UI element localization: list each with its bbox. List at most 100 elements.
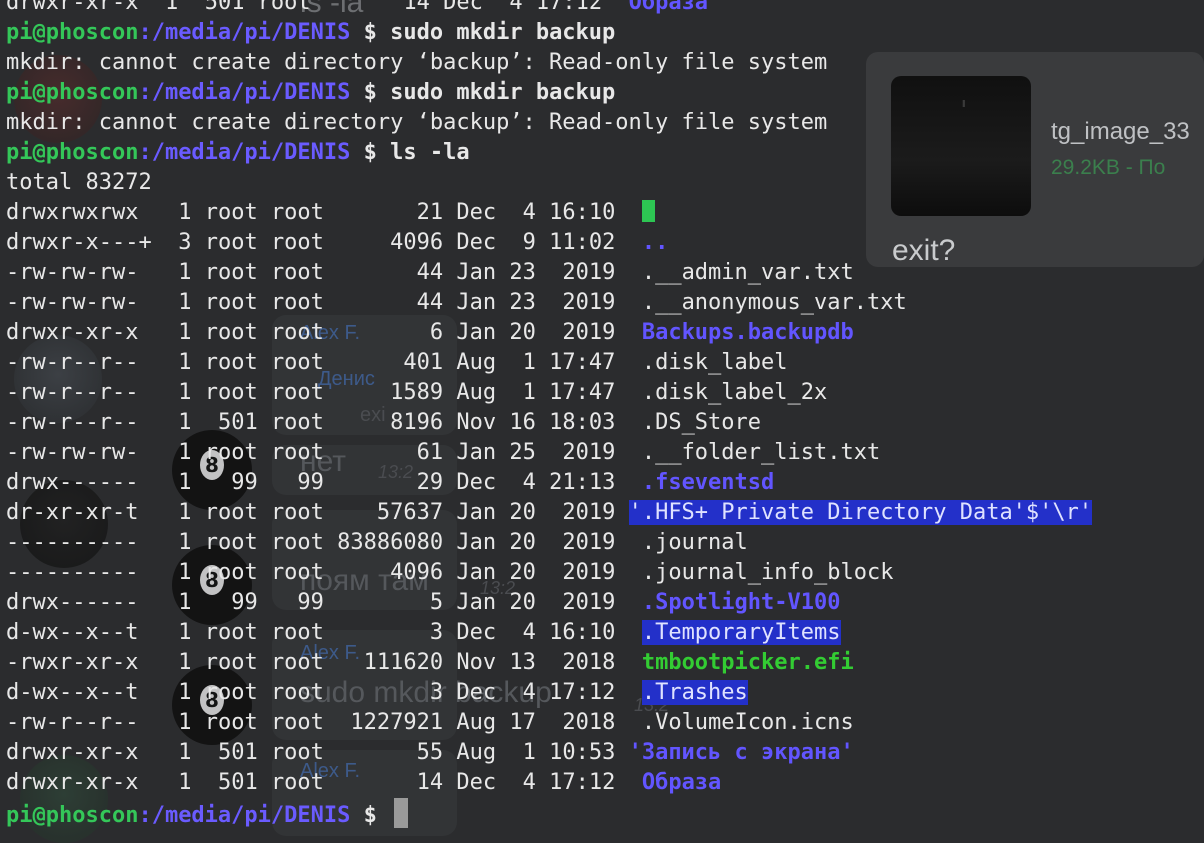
file-size: 55 xyxy=(337,740,457,765)
file-group: root xyxy=(270,530,338,555)
file-date: Jan 20 2019 xyxy=(456,500,629,525)
file-date: Dec 4 21:13 xyxy=(456,470,629,495)
file-owner: root xyxy=(204,380,271,405)
file-name: .journal xyxy=(641,530,748,555)
prompt-path: :/media/pi/DENIS xyxy=(138,803,351,828)
listing-row: drwxr-xr-x 1 501 root 55 Aug 1 10:53 'За… xyxy=(6,738,854,768)
terminal-output[interactable]: drwxr-xr-x 1 501 root 14 Dec 4 17:12 Обр… xyxy=(6,0,1204,836)
file-group: root xyxy=(270,770,338,795)
link-count: 1 xyxy=(164,620,205,645)
listing-row: d-wx--x--t 1 root root 3 Dec 4 16:10 .Te… xyxy=(6,618,841,648)
file-name: .. xyxy=(641,230,669,255)
listing-row: -rw-rw-rw- 1 root root 44 Jan 23 2019 ._… xyxy=(6,288,907,318)
listing-row: drwxr-xr-x 1 501 root 14 Dec 4 17:12 Обр… xyxy=(6,768,721,798)
link-count: 1 xyxy=(164,200,205,225)
file-date: Aug 1 10:53 xyxy=(456,740,629,765)
link-count: 1 xyxy=(164,740,205,765)
file-size: 111620 xyxy=(337,650,457,675)
file-permissions: drwxr-xr-x xyxy=(6,0,165,15)
file-permissions: drwxr-x---+ xyxy=(6,230,165,255)
file-group: root xyxy=(270,200,338,225)
file-permissions: ---------- xyxy=(6,530,165,555)
prompt-symbol: $ xyxy=(350,80,391,105)
file-date: Nov 13 2018 xyxy=(456,650,629,675)
file-name: .journal_info_block xyxy=(641,560,894,585)
file-name: '.HFS+ Private Directory Data'$'\r' xyxy=(628,500,1093,525)
listing-row: -rw-r--r-- 1 root root 401 Aug 1 17:47 .… xyxy=(6,348,788,378)
prompt-line: pi@phoscon:/media/pi/DENIS $ sudo mkdir … xyxy=(6,18,615,48)
file-permissions: drwxr-xr-x xyxy=(6,320,165,345)
listing-row: -rwxr-xr-x 1 root root 111620 Nov 13 201… xyxy=(6,648,854,678)
name-pad xyxy=(629,620,642,645)
file-owner: root xyxy=(204,290,271,315)
prompt-symbol: $ xyxy=(350,20,391,45)
file-permissions: -rw-r--r-- xyxy=(6,350,165,375)
file-group: root xyxy=(270,560,338,585)
terminal-cursor[interactable] xyxy=(394,798,409,828)
listing-row: -rw-rw-rw- 1 root root 44 Jan 23 2019 ._… xyxy=(6,258,854,288)
file-name: .Spotlight-V100 xyxy=(641,590,841,615)
file-name: tmbootpicker.efi xyxy=(641,650,854,675)
file-permissions: d-wx--x--t xyxy=(6,680,165,705)
file-name: .disk_label xyxy=(641,350,788,375)
file-group: root xyxy=(270,620,338,645)
file-group: root xyxy=(270,380,338,405)
file-group: root xyxy=(270,290,338,315)
link-count: 1 xyxy=(164,410,205,435)
link-count: 1 xyxy=(164,530,205,555)
file-owner: root xyxy=(204,560,271,585)
file-group: root xyxy=(270,680,338,705)
listing-row: drwx------ 1 99 99 5 Jan 20 2019 .Spotli… xyxy=(6,588,841,618)
prompt-user-host: pi@phoscon xyxy=(6,803,139,828)
file-permissions: drwxrwxrwx xyxy=(6,200,165,225)
file-size: 6 xyxy=(337,320,457,345)
name-pad xyxy=(629,770,642,795)
listing-row: -rw-r--r-- 1 501 root 8196 Nov 16 18:03 … xyxy=(6,408,761,438)
file-group: root xyxy=(270,350,338,375)
file-date: Jan 20 2019 xyxy=(456,560,629,585)
file-owner: root xyxy=(204,260,271,285)
file-name: Образа xyxy=(641,770,722,795)
file-group: root xyxy=(270,230,338,255)
file-group: root xyxy=(270,500,338,525)
file-date: Jan 23 2019 xyxy=(456,260,629,285)
file-size: 29 xyxy=(337,470,457,495)
file-date: Dec 4 16:10 xyxy=(456,620,629,645)
listing-row: ---------- 1 root root 4096 Jan 20 2019 … xyxy=(6,558,894,588)
file-owner: 99 xyxy=(204,470,271,495)
name-pad xyxy=(629,680,642,705)
file-size: 44 xyxy=(337,290,457,315)
file-size: 8196 xyxy=(337,410,457,435)
file-name: Образа xyxy=(628,0,709,15)
file-name: .VolumeIcon.icns xyxy=(641,710,854,735)
listing-row: drwxr-xr-x 1 root root 6 Jan 20 2019 Bac… xyxy=(6,318,854,348)
file-group: root xyxy=(257,0,404,15)
file-date: Aug 1 17:47 xyxy=(456,350,629,375)
prompt-user-host: pi@phoscon xyxy=(6,140,139,165)
name-pad xyxy=(629,320,642,345)
file-date: Dec 4 16:10 xyxy=(456,200,629,225)
name-pad xyxy=(629,410,642,435)
file-date: Jan 20 2019 xyxy=(456,530,629,555)
name-pad xyxy=(629,470,642,495)
file-name: .__folder_list.txt xyxy=(641,440,881,465)
file-owner: 501 xyxy=(204,770,271,795)
link-count: 1 xyxy=(164,560,205,585)
selection-cursor xyxy=(641,200,655,222)
file-date: Nov 16 18:03 xyxy=(456,410,629,435)
file-owner: root xyxy=(204,530,271,555)
file-size: 21 xyxy=(337,200,457,225)
file-group: root xyxy=(270,650,338,675)
file-owner: root xyxy=(204,230,271,255)
file-permissions: dr-xr-xr-t xyxy=(6,500,165,525)
file-date: Dec 4 17:12 xyxy=(443,0,629,15)
file-size: 1227921 xyxy=(337,710,457,735)
file-group: root xyxy=(270,710,338,735)
output-text: mkdir: cannot create directory ‘backup’:… xyxy=(6,110,828,135)
file-owner: root xyxy=(204,200,271,225)
command-output: mkdir: cannot create directory ‘backup’:… xyxy=(6,48,827,78)
file-owner: 501 xyxy=(204,410,271,435)
file-owner: root xyxy=(204,620,271,645)
file-size: 3 xyxy=(337,620,457,645)
file-name: .__anonymous_var.txt xyxy=(641,290,907,315)
